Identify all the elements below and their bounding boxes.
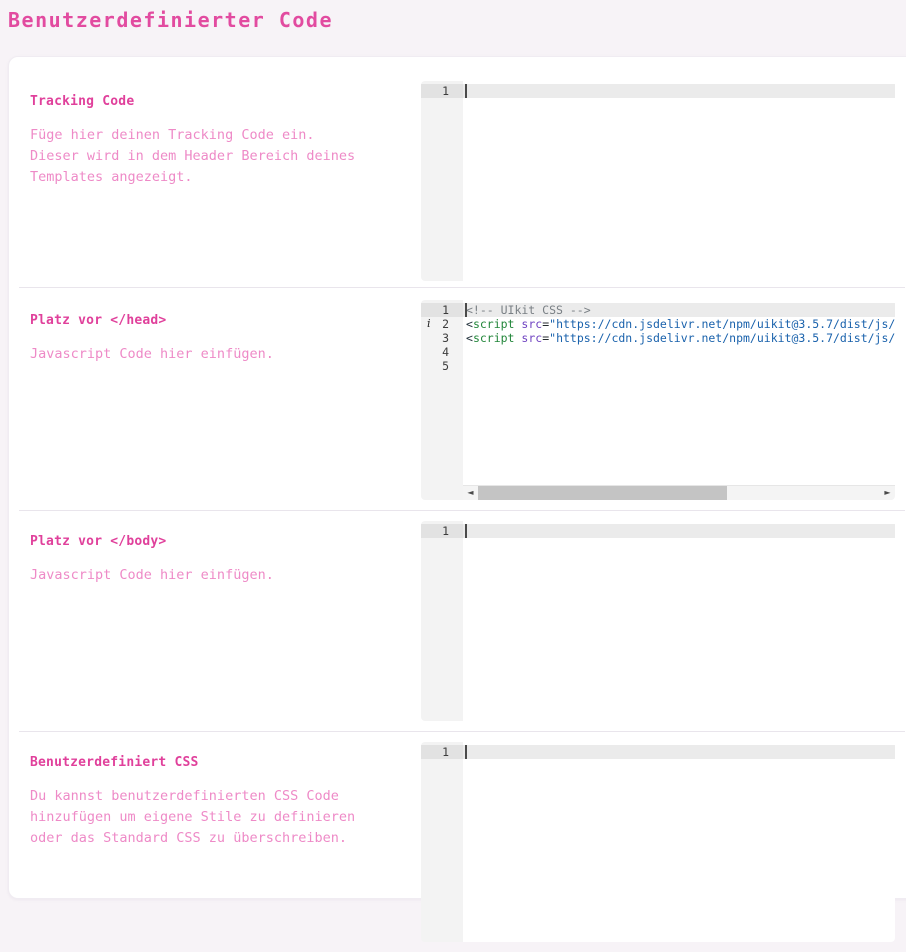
code-line[interactable]: <script src="https://cdn.jsdelivr.net/np… bbox=[463, 331, 895, 345]
line-number: 1 bbox=[421, 745, 463, 759]
code-editor-body[interactable]: 1 bbox=[421, 521, 895, 721]
section-description: Füge hier deinen Tracking Code ein. Dies… bbox=[30, 125, 369, 188]
section-body-code: Platz vor </body> Javascript Code hier e… bbox=[9, 511, 906, 731]
line-number: 3 bbox=[421, 331, 463, 345]
line-number: 1 bbox=[421, 84, 463, 98]
line-number: 1 bbox=[421, 303, 463, 317]
code-line[interactable]: <!-- UIkit CSS --> bbox=[463, 303, 895, 317]
text-cursor bbox=[465, 745, 467, 759]
code-line[interactable] bbox=[463, 745, 895, 759]
section-info: Platz vor </head> Javascript Code hier e… bbox=[9, 300, 421, 365]
code-token-bracket: < bbox=[466, 331, 473, 345]
editor-code-area[interactable]: <!-- UIkit CSS --><script src="https://c… bbox=[463, 300, 895, 500]
editor-code-area[interactable] bbox=[463, 521, 895, 721]
page-title: Benutzerdefinierter Code bbox=[8, 8, 333, 32]
text-cursor bbox=[465, 303, 467, 317]
code-token-string: "https://cdn.jsdelivr.net/npm/uikit@3.5.… bbox=[549, 317, 895, 331]
section-heading: Platz vor </body> bbox=[30, 534, 369, 549]
section-head-code: Platz vor </head> Javascript Code hier e… bbox=[9, 288, 906, 510]
code-token-attr: src bbox=[521, 317, 542, 331]
scrollbar-track[interactable] bbox=[478, 486, 880, 500]
code-token-comment: <!-- UIkit CSS --> bbox=[466, 303, 591, 317]
settings-card: Tracking Code Füge hier deinen Tracking … bbox=[8, 56, 906, 899]
code-token-tag: script bbox=[473, 331, 515, 345]
scroll-left-icon[interactable]: ◄ bbox=[463, 486, 478, 500]
code-line[interactable] bbox=[463, 345, 895, 359]
section-heading: Benutzerdefiniert CSS bbox=[30, 755, 369, 770]
section-description: Javascript Code hier einfügen. bbox=[30, 565, 369, 586]
code-token-string: "https://cdn.jsdelivr.net/npm/uikit@3.5.… bbox=[549, 331, 895, 345]
line-number: 4 bbox=[421, 345, 463, 359]
section-info: Tracking Code Füge hier deinen Tracking … bbox=[9, 81, 421, 188]
info-marker-icon[interactable]: i bbox=[427, 317, 431, 331]
editor-code-area[interactable] bbox=[463, 742, 895, 942]
section-info: Benutzerdefiniert CSS Du kannst benutzer… bbox=[9, 742, 421, 849]
section-tracking-code: Tracking Code Füge hier deinen Tracking … bbox=[9, 57, 906, 287]
code-line[interactable] bbox=[463, 359, 895, 373]
code-token-attr: src bbox=[521, 331, 542, 345]
code-editor-head[interactable]: 12345i <!-- UIkit CSS --><script src="ht… bbox=[421, 300, 895, 500]
scroll-right-icon[interactable]: ► bbox=[880, 486, 895, 500]
line-number: 1 bbox=[421, 524, 463, 538]
code-line[interactable]: <script src="https://cdn.jsdelivr.net/np… bbox=[463, 317, 895, 331]
code-editor-css[interactable]: 1 bbox=[421, 742, 895, 942]
text-cursor bbox=[465, 524, 467, 538]
code-token-bracket: < bbox=[466, 317, 473, 331]
scrollbar-thumb[interactable] bbox=[478, 486, 727, 500]
section-info: Platz vor </body> Javascript Code hier e… bbox=[9, 521, 421, 586]
code-token-tag: script bbox=[473, 317, 515, 331]
section-description: Javascript Code hier einfügen. bbox=[30, 344, 369, 365]
section-heading: Platz vor </head> bbox=[30, 313, 369, 328]
section-heading: Tracking Code bbox=[30, 94, 369, 109]
text-cursor bbox=[465, 84, 467, 98]
editor-gutter: 1 bbox=[421, 521, 463, 721]
code-editor-tracking[interactable]: 1 bbox=[421, 81, 895, 281]
editor-gutter: 1 bbox=[421, 742, 463, 942]
horizontal-scrollbar[interactable]: ◄► bbox=[463, 485, 895, 500]
code-line[interactable] bbox=[463, 524, 895, 538]
editor-code-area[interactable] bbox=[463, 81, 895, 281]
section-description: Du kannst benutzerdefinierten CSS Code h… bbox=[30, 786, 369, 849]
line-number: 5 bbox=[421, 359, 463, 373]
code-line[interactable] bbox=[463, 84, 895, 98]
editor-gutter: 12345i bbox=[421, 300, 463, 500]
editor-gutter: 1 bbox=[421, 81, 463, 281]
section-custom-css: Benutzerdefiniert CSS Du kannst benutzer… bbox=[9, 732, 906, 952]
